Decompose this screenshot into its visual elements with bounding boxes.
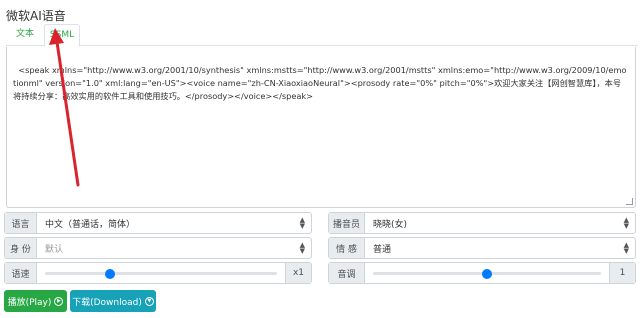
speaker-select[interactable]: 播音员 晓晓(女) ▲ ▼ xyxy=(328,212,636,234)
app-title: 微软AI语音 xyxy=(6,9,66,23)
tab-bar: 文本 SSML xyxy=(6,24,638,47)
play-button[interactable]: 播放(Play) ▶ xyxy=(4,290,67,312)
download-button-label: 下载(Download) xyxy=(72,297,142,308)
pitch-slider-thumb[interactable] xyxy=(482,268,492,279)
speaker-value-box[interactable]: 晓晓(女) ▲ ▼ xyxy=(365,213,635,233)
emotion-label: 情 感 xyxy=(329,238,365,258)
language-select[interactable]: 语言 中文（普通话，简体） ▲ ▼ xyxy=(4,212,312,234)
language-label: 语言 xyxy=(5,213,37,233)
ssml-editor-text: <speak xmlns="http://www.w3.org/2001/10/… xyxy=(13,65,627,101)
rate-slider-thumb[interactable] xyxy=(104,268,115,279)
tab-text[interactable]: 文本 xyxy=(6,24,44,46)
select-caret-icon: ▲ ▼ xyxy=(299,241,305,255)
rate-value: x1 xyxy=(285,263,311,283)
rate-label: 语速 xyxy=(5,263,37,283)
select-caret-icon: ▲ ▼ xyxy=(299,216,305,230)
role-value-box[interactable]: 默认 ▲ ▼ xyxy=(37,238,311,258)
emotion-value: 普通 xyxy=(373,244,392,255)
pitch-slider[interactable] xyxy=(365,263,609,283)
emotion-value-box[interactable]: 普通 ▲ ▼ xyxy=(365,238,635,258)
role-select[interactable]: 身 份 默认 ▲ ▼ xyxy=(4,237,312,259)
language-value: 中文（普通话，简体） xyxy=(45,219,136,230)
rate-slider-track xyxy=(45,268,277,279)
download-button[interactable]: 下载(Download) ▼ xyxy=(70,290,156,312)
pitch-slider-track xyxy=(373,268,601,279)
resize-grip-icon[interactable] xyxy=(626,198,633,205)
rate-slider[interactable] xyxy=(37,263,285,283)
rate-slider-group: 语速 x1 xyxy=(4,262,312,284)
tab-ssml[interactable]: SSML xyxy=(44,24,80,47)
speaker-label: 播音员 xyxy=(329,213,365,233)
select-caret-icon: ▲ ▼ xyxy=(623,216,629,230)
emotion-select[interactable]: 情 感 普通 ▲ ▼ xyxy=(328,237,636,259)
pitch-label: 音调 xyxy=(329,263,365,283)
language-value-box[interactable]: 中文（普通话，简体） ▲ ▼ xyxy=(37,213,311,233)
role-label: 身 份 xyxy=(5,238,37,258)
cloud-download-icon: ▼ xyxy=(144,296,154,306)
role-value: 默认 xyxy=(45,244,64,255)
ssml-editor[interactable]: <speak xmlns="http://www.w3.org/2001/10/… xyxy=(6,47,636,208)
pitch-slider-group: 音调 1 xyxy=(328,262,636,284)
select-caret-icon: ▲ ▼ xyxy=(623,241,629,255)
speaker-value: 晓晓(女) xyxy=(373,219,408,230)
play-button-label: 播放(Play) xyxy=(7,297,52,308)
play-circle-icon: ▶ xyxy=(54,296,64,306)
pitch-value: 1 xyxy=(609,263,635,283)
